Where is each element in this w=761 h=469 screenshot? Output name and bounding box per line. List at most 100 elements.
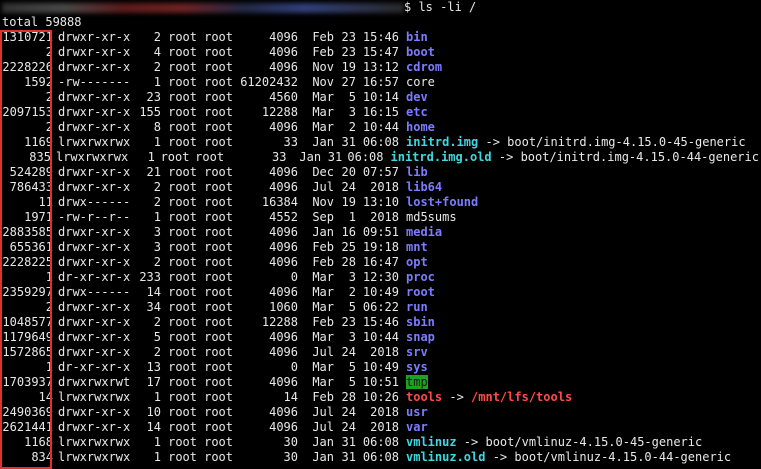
month: Mar	[312, 120, 334, 134]
entry-name: cdrom	[406, 60, 443, 74]
link-count: 14	[146, 285, 161, 299]
permissions: drwxr-xr-x	[58, 90, 131, 104]
entry-name: md5sums	[406, 210, 457, 224]
entry-name: snap	[406, 330, 435, 344]
link-arrow: ->	[442, 390, 472, 404]
owner: root	[168, 120, 197, 134]
link-count: 1	[153, 450, 161, 464]
listing: 1310721 drwxr-xr-x 2 root root 4096 Feb …	[2, 30, 759, 465]
entry-name: mnt	[406, 240, 428, 254]
listing-row-dev: 2 drwxr-xr-x 23 root root 4560 Mar 5 10:…	[2, 90, 759, 105]
inode-number: 1048577	[2, 315, 53, 329]
listing-row-lib64: 786433 drwxr-xr-x 2 root root 4096 Jul 2…	[2, 180, 759, 195]
file-size: 4096	[269, 30, 298, 44]
inode-number: 655361	[9, 240, 53, 254]
permissions: drwxr-xr-x	[58, 45, 131, 59]
listing-row-initrd.img.old: 835 lrwxrwxrwx 1 root root 33 Jan 31 06:…	[2, 150, 759, 165]
entry-name-cell: lost+found	[399, 195, 478, 210]
group: root	[204, 345, 233, 359]
link-arrow: ->	[485, 450, 515, 464]
listing-row-bin: 1310721 drwxr-xr-x 2 root root 4096 Feb …	[2, 30, 759, 45]
month: Jul	[312, 420, 334, 434]
month: Mar	[312, 105, 334, 119]
day: 25	[341, 240, 356, 254]
day: 3	[348, 105, 356, 119]
time-or-year: 2018	[370, 180, 399, 194]
link-count: 1	[153, 390, 161, 404]
file-size: 61202432	[240, 75, 298, 89]
time-or-year: 10:44	[362, 120, 399, 134]
file-size: 30	[283, 450, 298, 464]
link-count: 1	[153, 210, 161, 224]
inode-number: 2	[45, 90, 53, 104]
day: 20	[341, 165, 356, 179]
permissions: lrwxrwxrwx	[55, 150, 129, 164]
link-count: 2	[153, 255, 161, 269]
day: 31	[341, 135, 356, 149]
permissions: dr-xr-xr-x	[58, 270, 131, 284]
month: Feb	[312, 315, 334, 329]
inode-number: 2	[45, 45, 53, 59]
link-count: 23	[146, 90, 161, 104]
link-target: boot/vmlinuz-4.15.0-44-generic	[514, 450, 732, 464]
inode-number: 11	[38, 195, 53, 209]
link-count: 1	[153, 135, 161, 149]
inode-number: 2359297	[2, 285, 53, 299]
day: 23	[341, 45, 356, 59]
month: Feb	[312, 45, 334, 59]
group: root	[204, 195, 233, 209]
entry-name-cell: dev	[399, 90, 428, 105]
entry-name-cell: run	[399, 300, 428, 315]
permissions: drwxr-xr-x	[58, 300, 131, 314]
group: root	[204, 255, 233, 269]
month: Mar	[312, 285, 334, 299]
time-or-year: 10:51	[362, 375, 399, 389]
owner: root	[168, 330, 197, 344]
time-or-year: 10:44	[362, 330, 399, 344]
group: root	[204, 165, 233, 179]
day: 27	[341, 75, 356, 89]
month: Feb	[312, 255, 334, 269]
day: 16	[341, 225, 356, 239]
entry-name: home	[406, 120, 435, 134]
group: root	[204, 435, 233, 449]
inode-number: 1971	[24, 210, 53, 224]
month: Feb	[312, 30, 334, 44]
link-target: boot/initrd.img-4.15.0-44-generic	[520, 150, 759, 164]
permissions: -rw-------	[58, 75, 131, 89]
group: root	[204, 30, 233, 44]
entry-name: sys	[406, 360, 428, 374]
listing-row-tools: 14 lrwxrwxrwx 1 root root 14 Feb 28 10:2…	[2, 390, 759, 405]
inode-number: 1168	[24, 435, 53, 449]
owner: root	[168, 315, 197, 329]
owner: root	[168, 405, 197, 419]
time-or-year: 12:30	[362, 270, 399, 284]
permissions: drwxr-xr-x	[58, 225, 131, 239]
inode-number: 786433	[9, 180, 53, 194]
entry-name-cell: var	[399, 420, 428, 435]
listing-row-run: 2 drwxr-xr-x 34 root root 1060 Mar 5 06:…	[2, 300, 759, 315]
day: 19	[341, 60, 356, 74]
listing-row-srv: 1572865 drwxr-xr-x 2 root root 4096 Jul …	[2, 345, 759, 360]
group: root	[204, 315, 233, 329]
link-count: 2	[153, 180, 161, 194]
permissions: lrwxrwxrwx	[58, 450, 131, 464]
permissions: drwxr-xr-x	[58, 60, 131, 74]
time-or-year: 06:08	[362, 135, 399, 149]
group: root	[204, 60, 233, 74]
permissions: drwxr-xr-x	[58, 120, 131, 134]
group: root	[204, 300, 233, 314]
owner: root	[168, 270, 197, 284]
permissions: drwxr-xr-x	[58, 330, 131, 344]
terminal-window[interactable]: $ ls -li / total 59888 1310721 drwxr-xr-…	[0, 0, 759, 469]
time-or-year: 2018	[370, 345, 399, 359]
entry-name-cell: mnt	[399, 240, 428, 255]
file-size: 12288	[261, 105, 298, 119]
inode-number: 1310721	[2, 30, 53, 44]
file-size: 4096	[269, 375, 298, 389]
link-count: 3	[153, 240, 161, 254]
link-count: 8	[153, 120, 161, 134]
permissions: drwxr-xr-x	[58, 165, 131, 179]
day: 28	[341, 390, 356, 404]
group: root	[204, 270, 233, 284]
